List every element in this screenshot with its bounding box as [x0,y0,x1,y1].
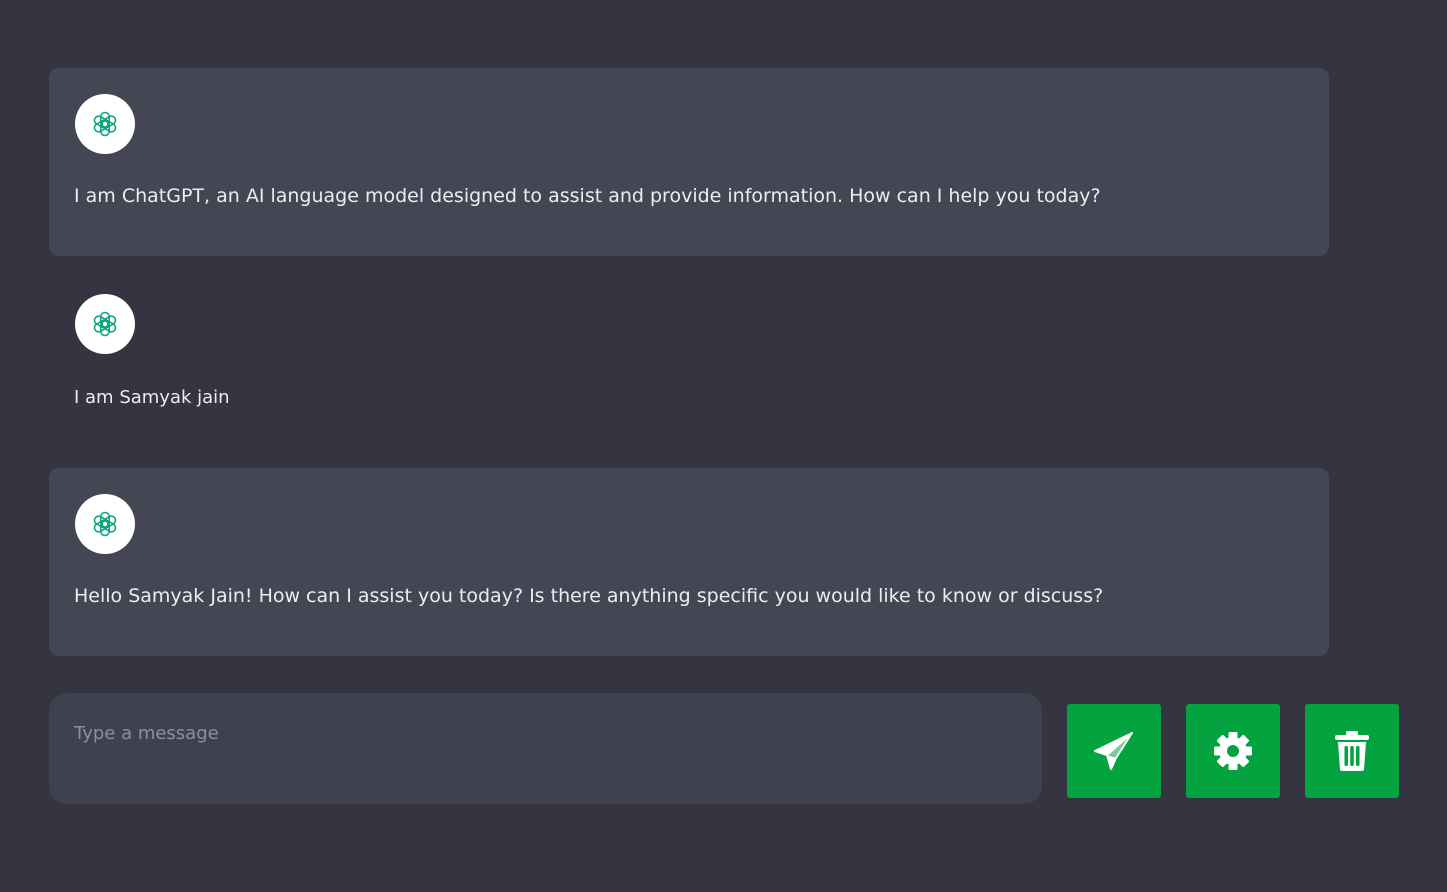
send-button[interactable] [1067,704,1161,798]
settings-button[interactable] [1186,704,1280,798]
trash-icon [1335,731,1369,771]
openai-logo-icon [92,311,118,337]
assistant-message: Hello Samyak Jain! How can I assist you … [49,468,1329,656]
openai-logo-icon [92,111,118,137]
message-text: I am Samyak jain [74,387,230,408]
delete-button[interactable] [1305,704,1399,798]
message-text: Hello Samyak Jain! How can I assist you … [74,585,1104,607]
paper-plane-icon [1094,732,1133,770]
gear-icon [1214,732,1252,770]
openai-logo-icon [92,511,118,537]
avatar [75,94,135,154]
chat-thread: I am ChatGPT, an AI language model desig… [49,68,1329,656]
message-input[interactable] [49,693,1042,804]
avatar [75,494,135,554]
assistant-message: I am ChatGPT, an AI language model desig… [49,68,1329,256]
user-message: I am Samyak jain [49,268,1329,456]
message-text: I am ChatGPT, an AI language model desig… [74,185,1101,207]
avatar [75,294,135,354]
message-composer [49,693,1042,804]
